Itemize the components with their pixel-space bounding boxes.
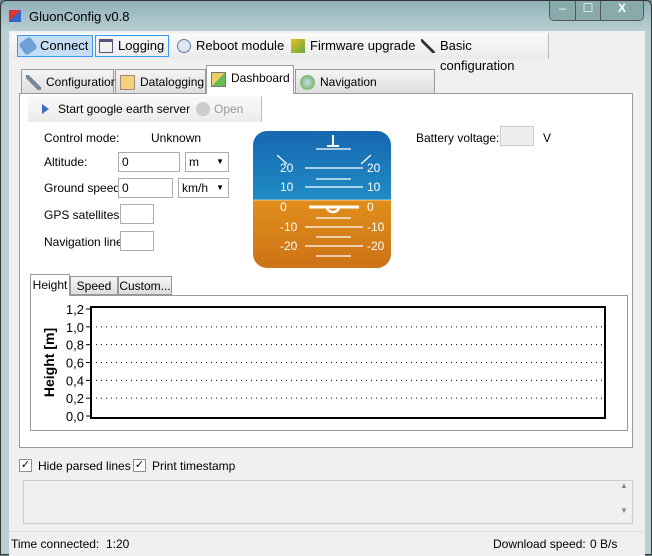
battery-voltage-value [500, 126, 534, 146]
open-button[interactable]: Open [196, 101, 243, 117]
scroll-up-icon[interactable]: ▲ [616, 481, 632, 490]
tab-navigation[interactable]: Navigation (depricated) [295, 69, 435, 113]
reboot-module-button[interactable]: Reboot module [173, 35, 289, 57]
pitch-label-left: -20 [280, 239, 298, 253]
y-axis-label: Height [m] [41, 328, 57, 397]
maximize-button[interactable]: ☐ [575, 1, 600, 20]
artificial-horizon: 20 10 0 -10 -20 20 10 0 -10 -20 [253, 131, 391, 268]
battery-unit: V [543, 131, 552, 145]
tab-custom[interactable]: Custom... [118, 276, 172, 295]
chart-container: 0,0 0,2 0,4 0,6 0,8 1,0 1,2 Height [m] [30, 295, 628, 431]
altitude-input[interactable] [118, 152, 180, 172]
window-icon [99, 39, 113, 53]
ground-speed-label: Ground speed: [44, 181, 124, 195]
pitch-label-right: 10 [367, 180, 381, 194]
tab-configuration[interactable]: Configuration [21, 69, 117, 93]
open-icon [196, 102, 210, 116]
close-button[interactable]: X [600, 1, 643, 20]
download-speed-value: 0 B/s [590, 537, 618, 551]
main-toolbar: Connect Logging Reboot module Firmware u… [11, 33, 549, 73]
wrench-icon [26, 75, 41, 90]
scroll-down-icon[interactable]: ▼ [616, 506, 632, 515]
navigation-line-input[interactable] [120, 231, 154, 251]
pitch-label-left: -10 [280, 220, 298, 234]
tab-dashboard[interactable]: Dashboard [206, 65, 294, 94]
pitch-label-right: 20 [367, 161, 381, 175]
hide-parsed-lines-checkbox[interactable]: ✓ [19, 459, 32, 472]
hide-parsed-lines-label: Hide parsed lines [38, 459, 131, 473]
pitch-label-right: -20 [367, 239, 385, 253]
y-tick-label: 1,0 [66, 320, 84, 335]
play-icon [42, 104, 49, 114]
y-tick-label: 1,2 [66, 302, 84, 317]
y-tick-label: 0,4 [66, 373, 84, 388]
plug-icon [18, 36, 38, 56]
y-tick-label: 0,0 [66, 409, 84, 424]
print-timestamp-label: Print timestamp [152, 459, 236, 473]
altitude-unit-select[interactable]: m [185, 152, 229, 172]
print-timestamp-checkbox[interactable]: ✓ [133, 459, 146, 472]
y-tick-label: 0,2 [66, 391, 84, 406]
window-title: GluonConfig v0.8 [29, 9, 130, 24]
firmware-upgrade-button[interactable]: Firmware upgrade [287, 35, 421, 57]
app-icon [9, 10, 21, 22]
altitude-label: Altitude: [44, 155, 88, 169]
dashboard-toolbar: Start google earth server Open [28, 96, 262, 122]
time-connected-label: Time connected: [11, 537, 100, 551]
y-tick-label: 0,6 [66, 356, 84, 371]
pitch-label-left: 10 [280, 180, 294, 194]
basic-configuration-button[interactable]: Basic configuration [417, 35, 548, 73]
y-tick-label: 0,8 [66, 338, 84, 353]
pitch-label-left: 0 [280, 200, 287, 214]
wand-icon [421, 39, 435, 53]
pitch-label-right: -10 [367, 220, 385, 234]
plot-area [90, 306, 606, 419]
ground-speed-input[interactable] [118, 178, 173, 198]
gps-satellites-label: GPS satellites: [44, 208, 123, 222]
dashboard-panel: Start google earth server Open Control m… [19, 93, 633, 448]
control-mode-value: Unknown [151, 131, 202, 145]
main-window: GluonConfig v0.8 ‒ ☐ X Connect Logging R… [0, 0, 652, 556]
speed-unit-select[interactable]: km/h [178, 178, 229, 198]
tab-datalogging[interactable]: Datalogging [115, 69, 206, 93]
globe-icon [300, 75, 315, 90]
download-speed-label: Download speed: [493, 537, 586, 551]
navigation-line-label: Navigation line: [44, 235, 127, 249]
pitch-label-left: 20 [280, 161, 294, 175]
battery-voltage-label: Battery voltage: [416, 131, 500, 145]
height-chart: 0,0 0,2 0,4 0,6 0,8 1,0 1,2 Height [m] [41, 302, 606, 424]
map-icon [211, 72, 226, 87]
pitch-label-right: 0 [367, 200, 374, 214]
minimize-button[interactable]: ‒ [550, 1, 575, 20]
client-area: Connect Logging Reboot module Firmware u… [9, 31, 645, 556]
control-mode-label: Control mode: [44, 131, 120, 145]
start-google-earth-button[interactable]: Start google earth server [42, 101, 190, 117]
log-textbox[interactable]: ▲ ▼ [23, 480, 633, 524]
connect-button[interactable]: Connect [17, 35, 94, 57]
tab-speed[interactable]: Speed [70, 276, 118, 295]
logging-button[interactable]: Logging [95, 35, 170, 57]
log-scrollbar[interactable]: ▲ ▼ [616, 481, 632, 523]
tab-height[interactable]: Height [30, 274, 70, 296]
status-bar: Time connected: 1:20 Download speed: 0 B… [9, 531, 645, 556]
firmware-icon [291, 39, 305, 53]
time-connected-value: 1:20 [106, 537, 130, 551]
document-icon [120, 75, 135, 90]
reboot-icon [177, 39, 191, 53]
gps-satellites-input[interactable] [120, 204, 154, 224]
